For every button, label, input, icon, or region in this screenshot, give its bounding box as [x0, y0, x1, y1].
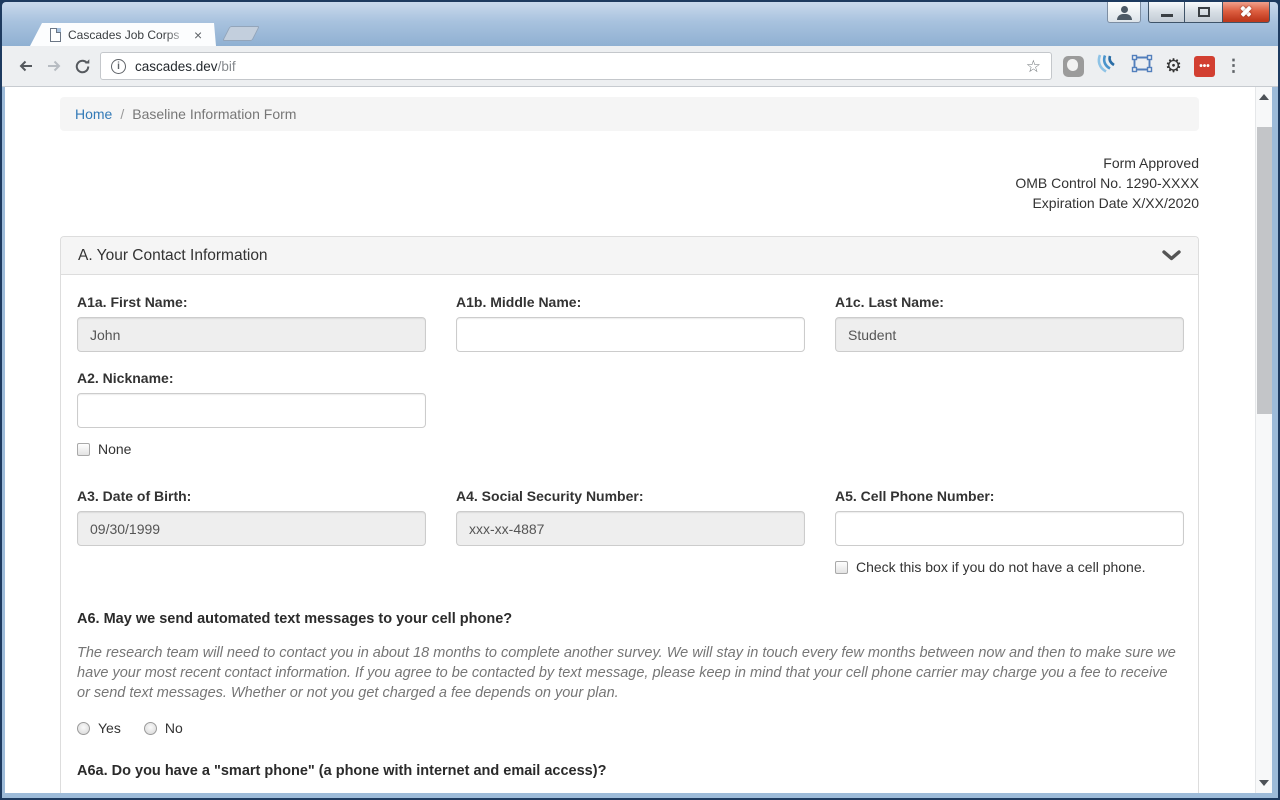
approval-line-2: OMB Control No. 1290-XXXX [1015, 175, 1199, 191]
nickname-label: A2. Nickname: [77, 370, 174, 386]
url-host: cascades.dev [135, 58, 218, 74]
browser-toolbar: i cascades.dev/bif ☆ ⚙ ••• ⋮ [2, 46, 1278, 87]
question-a6-note: The research team will need to contact y… [77, 645, 1176, 701]
reload-icon [75, 58, 89, 73]
last-name-input [835, 317, 1184, 352]
field-nickname: A2. Nickname: None [77, 370, 426, 457]
last-name-label: A1c. Last Name: [835, 294, 944, 310]
field-middle-name: A1b. Middle Name: [456, 294, 805, 352]
field-ssn: A4. Social Security Number: [456, 488, 805, 575]
a6-yes-radio[interactable] [77, 721, 90, 735]
extensions-area: ⚙ ••• [1063, 53, 1216, 79]
approval-line-1: Form Approved [1103, 155, 1199, 171]
field-first-name: A1a. First Name: [77, 294, 426, 352]
question-a6a: A6a. Do you have a "smart phone" (a phon… [77, 763, 607, 779]
address-bar[interactable]: i cascades.dev/bif ☆ [100, 52, 1052, 80]
person-icon [1121, 6, 1128, 13]
gear-icon[interactable]: ⚙ [1165, 57, 1182, 76]
cell-phone-input[interactable] [835, 511, 1184, 546]
no-cell-phone-label: Check this box if you do not have a cell… [856, 559, 1146, 575]
extension-gray-icon[interactable] [1063, 55, 1084, 77]
cell-phone-label: A5. Cell Phone Number: [835, 488, 995, 504]
profile-button[interactable] [1107, 2, 1141, 23]
window-controls [1107, 2, 1270, 23]
tab-close-icon[interactable]: × [194, 28, 202, 42]
a6-option-no[interactable]: No [143, 720, 183, 736]
page-viewport: Home / Baseline Information Form Form Appr… [5, 87, 1272, 793]
new-tab-button[interactable] [222, 26, 260, 41]
first-name-input [77, 317, 426, 352]
scrollbar-up-button[interactable] [1256, 89, 1272, 105]
omb-approval-block: Form Approved OMB Control No. 1290-XXXX … [60, 153, 1199, 213]
site-info-icon[interactable]: i [111, 58, 126, 74]
vertical-scrollbar[interactable] [1255, 87, 1272, 793]
question-a6: A6. May we send automated text messages … [77, 611, 513, 627]
no-cell-phone-checkbox[interactable] [835, 560, 848, 574]
url-path: /bif [217, 58, 236, 74]
approval-line-3: Expiration Date X/XX/2020 [1032, 195, 1199, 211]
maximize-icon [1198, 7, 1210, 17]
close-icon [1239, 4, 1253, 18]
baseline-information-form-page: Home / Baseline Information Form Form Appr… [5, 87, 1255, 793]
tab-title: Cascades Job Corps [68, 27, 180, 42]
section-a-title: A. Your Contact Information [78, 246, 268, 264]
a6-yes-label: Yes [98, 720, 121, 736]
breadcrumb: Home / Baseline Information Form [60, 97, 1199, 131]
scroll-up-arrow-icon [1259, 94, 1269, 100]
extension-capture-frame-icon[interactable] [1131, 54, 1153, 78]
scrollbar-down-button[interactable] [1256, 775, 1272, 791]
nickname-none-option[interactable]: None [77, 441, 426, 457]
scroll-down-arrow-icon [1259, 780, 1269, 786]
close-window-button[interactable] [1222, 2, 1270, 23]
url-text[interactable]: cascades.dev/bif [135, 59, 1026, 74]
middle-name-input[interactable] [456, 317, 805, 352]
field-date-of-birth: A3. Date of Birth: [77, 488, 426, 575]
breadcrumb-separator: / [120, 106, 125, 122]
minimize-icon [1161, 14, 1173, 17]
browser-window: Cascades Job Corps × i cascades.dev/bif … [0, 0, 1280, 800]
back-arrow-icon [19, 60, 32, 72]
field-last-name: A1c. Last Name: [835, 294, 1184, 352]
section-a-header[interactable]: A. Your Contact Information [61, 237, 1198, 275]
extension-waves-icon[interactable] [1096, 53, 1119, 79]
chevron-down-icon[interactable] [1162, 250, 1181, 261]
dob-label: A3. Date of Birth: [77, 488, 192, 504]
section-a-body: A1a. First Name: A1b. Middle Name: A1c. … [61, 275, 1198, 793]
reload-button[interactable] [68, 52, 96, 80]
back-button[interactable] [12, 52, 40, 80]
field-cell-phone: A5. Cell Phone Number: Check this box if… [835, 488, 1184, 575]
ssn-input [456, 511, 805, 546]
scrollbar-thumb[interactable] [1257, 127, 1272, 414]
question-a6-options: Yes No [77, 720, 1182, 736]
a6-no-radio[interactable] [143, 721, 157, 735]
forward-arrow-icon [48, 60, 61, 72]
minimize-button[interactable] [1148, 2, 1184, 23]
section-a-panel: A. Your Contact Information A1a. First N… [60, 236, 1199, 793]
browser-menu-icon[interactable]: ⋮ [1225, 56, 1242, 76]
breadcrumb-home-link[interactable]: Home [75, 106, 112, 122]
a6-no-label: No [164, 720, 183, 736]
page-document-icon [50, 28, 61, 42]
forward-button[interactable] [40, 52, 68, 80]
dob-input [77, 511, 426, 546]
browser-tab[interactable]: Cascades Job Corps × [30, 23, 216, 46]
titlebar: Cascades Job Corps × [0, 0, 1280, 46]
ssn-label: A4. Social Security Number: [456, 488, 644, 504]
bookmark-star-icon[interactable]: ☆ [1026, 58, 1041, 75]
middle-name-label: A1b. Middle Name: [456, 294, 582, 310]
no-cell-phone-option[interactable]: Check this box if you do not have a cell… [835, 559, 1184, 575]
extension-red-dots-icon[interactable]: ••• [1194, 55, 1216, 77]
nickname-input[interactable] [77, 393, 426, 428]
first-name-label: A1a. First Name: [77, 294, 188, 310]
none-checkbox[interactable] [77, 442, 90, 456]
breadcrumb-current: Baseline Information Form [132, 106, 297, 122]
window-content-frame: Home / Baseline Information Form Form Appr… [0, 87, 1280, 800]
none-checkbox-label: None [98, 441, 132, 457]
maximize-button[interactable] [1184, 2, 1222, 23]
a6-option-yes[interactable]: Yes [77, 720, 121, 736]
